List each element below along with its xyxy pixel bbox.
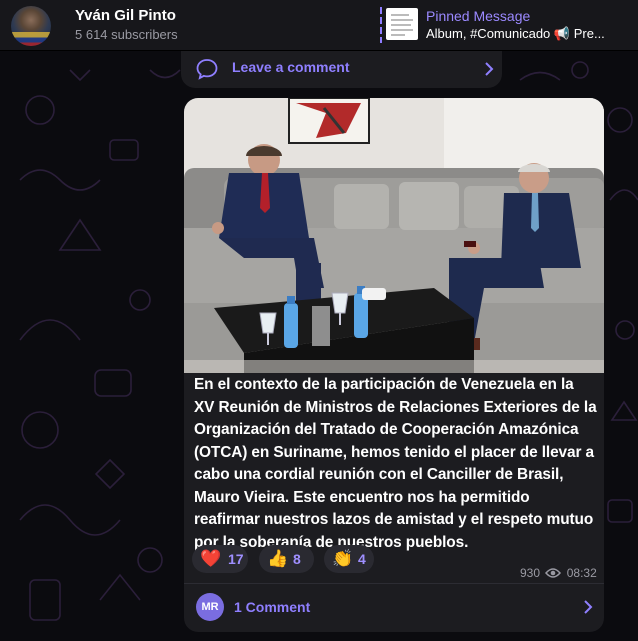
comment-bubble-icon: [196, 59, 218, 80]
view-count: 930: [520, 566, 541, 580]
comments-button[interactable]: MR 1 Comment: [184, 583, 604, 632]
pinned-preview-text: Album, #Comunicado: [426, 26, 551, 41]
eye-icon: [545, 568, 562, 578]
subscriber-count: 5 614 subscribers: [75, 27, 178, 42]
pinned-preview: Album, #Comunicado 📢 Pre...: [426, 26, 605, 42]
pinned-message[interactable]: Pinned Message Album, #Comunicado 📢 Pre.…: [380, 7, 638, 43]
flag-icon: [11, 32, 51, 46]
heart-icon: ❤️: [200, 549, 222, 568]
clap-icon: 👏: [332, 549, 354, 568]
pinned-preview-suffix: Pre...: [570, 26, 605, 41]
channel-name[interactable]: Yván Gil Pinto: [75, 7, 176, 24]
post-time: 08:32: [566, 566, 597, 580]
chevron-right-icon: [584, 600, 593, 614]
reaction-count: 17: [228, 551, 244, 567]
pinned-title: Pinned Message: [426, 8, 531, 24]
post-meta: 930 08:32: [520, 566, 597, 580]
chevron-right-icon: [485, 62, 494, 76]
leave-comment-button[interactable]: Leave a comment: [181, 50, 502, 88]
reaction-count: 4: [358, 551, 366, 567]
thumbs-up-icon: 👍: [267, 549, 289, 568]
comments-label: 1 Comment: [234, 599, 311, 615]
pinned-thumbnail: [386, 8, 418, 40]
post-caption: En el contexto de la participación de Ve…: [194, 376, 597, 551]
leave-comment-label: Leave a comment: [232, 59, 350, 75]
megaphone-icon: 📢: [553, 26, 571, 41]
reaction-heart[interactable]: ❤️ 17: [192, 545, 248, 573]
reaction-thumbs-up[interactable]: 👍 8: [259, 545, 314, 573]
channel-post: En el contexto de la participación de Ve…: [184, 98, 604, 632]
channel-avatar-icon[interactable]: [11, 6, 51, 46]
reaction-clap[interactable]: 👏 4: [324, 545, 374, 573]
post-photo[interactable]: [184, 98, 604, 373]
commenter-avatar: MR: [196, 593, 224, 621]
pinned-indicator: [380, 7, 382, 43]
channel-header: Yván Gil Pinto 5 614 subscribers Pinned …: [0, 0, 638, 51]
reaction-count: 8: [293, 551, 301, 567]
